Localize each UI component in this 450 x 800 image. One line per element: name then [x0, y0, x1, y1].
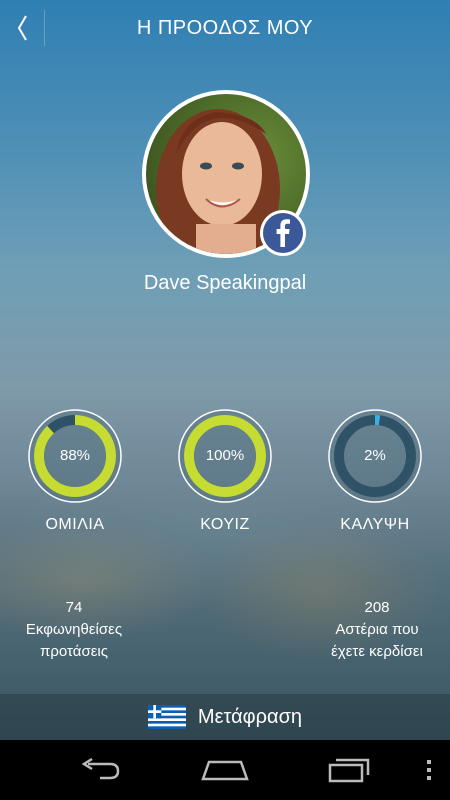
- coverage-label: ΚΑΛΥΨΗ: [340, 516, 410, 533]
- menu-dots-icon: [427, 760, 431, 780]
- ring-percentage: 88%: [59, 447, 91, 464]
- page-title: Η ΠΡΟΟΔΟΣ ΜΟΥ: [136, 17, 314, 39]
- greek-flag-icon: [147, 705, 186, 729]
- quiz-progress-ring: 100%: [177, 408, 273, 504]
- stars-earned-stat: 208 Αστέρια που έχετε κερδίσει: [297, 597, 450, 663]
- system-nav-bar: [0, 740, 450, 800]
- speaking-progress-ring: 88%: [27, 408, 123, 504]
- spoken-sentences-label-2: προτάσεις: [40, 643, 108, 660]
- ring-percentage: 2%: [364, 447, 386, 464]
- spoken-sentences-count: 74: [65, 599, 83, 616]
- translate-button[interactable]: Μετάφραση: [0, 694, 450, 740]
- recent-apps-icon: [328, 758, 370, 783]
- ring-percentage: 100%: [205, 447, 245, 464]
- translate-label: Μετάφραση: [197, 705, 303, 728]
- stars-earned-label-2: έχετε κερδίσει: [331, 643, 423, 660]
- spoken-sentences-stat: 74 Εκφωνηθείσες προτάσεις: [0, 597, 154, 663]
- coverage-progress-ring: 2%: [327, 408, 423, 504]
- profile-name: Dave Speakingpal: [143, 272, 307, 294]
- nav-back-button[interactable]: [60, 740, 140, 800]
- home-icon: [201, 760, 249, 781]
- nav-menu-button[interactable]: [414, 740, 444, 800]
- quiz-label: ΚΟΥΙΖ: [200, 516, 250, 533]
- nav-recent-button[interactable]: [310, 740, 390, 800]
- back-arrow-icon: [81, 758, 120, 780]
- speaking-label: ΟΜΙΛΙΑ: [45, 516, 105, 533]
- facebook-icon: [263, 213, 303, 253]
- profile-avatar-group: [142, 90, 310, 258]
- top-bar: Η ΠΡΟΟΔΟΣ ΜΟΥ: [0, 0, 450, 56]
- stars-earned-label-1: Αστέρια που: [335, 621, 419, 638]
- nav-home-button[interactable]: [185, 740, 265, 800]
- stars-earned-count: 208: [364, 599, 390, 616]
- facebook-button[interactable]: [260, 210, 306, 256]
- spoken-sentences-label-1: Εκφωνηθείσες: [25, 621, 123, 638]
